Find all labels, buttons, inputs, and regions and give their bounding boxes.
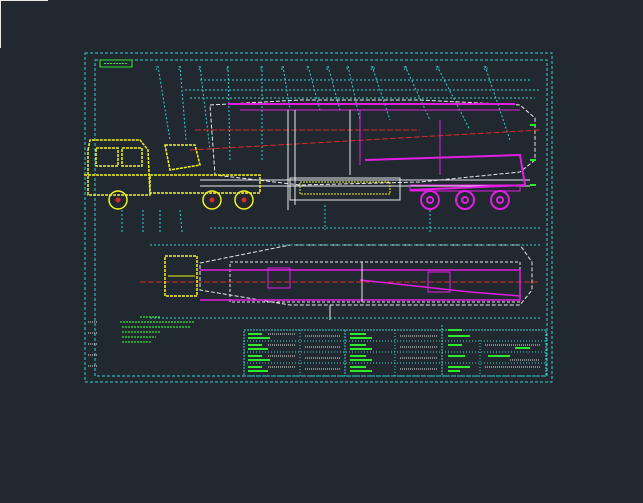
svg-text:11: 11 (403, 66, 408, 71)
parts-table-entries (248, 329, 530, 372)
parts-table (243, 325, 547, 377)
side-view-bottom-callouts (121, 205, 540, 233)
tractor-side-view (84, 139, 261, 210)
sheet-border (84, 52, 553, 383)
notes-left-index (88, 321, 98, 367)
svg-text:1: 1 (155, 66, 158, 71)
svg-text:5: 5 (260, 66, 263, 71)
svg-text:10: 10 (370, 66, 375, 71)
cad-drawing-canvas[interactable]: 123 456 789 10 11 12 13 (0, 0, 643, 503)
callout-numbers: 123 456 789 10 11 12 13 (155, 66, 488, 71)
tractor-wheel-hubs (115, 197, 247, 203)
sheet-label-box (99, 59, 133, 68)
svg-text:12: 12 (435, 66, 440, 71)
plan-view (140, 244, 540, 320)
svg-text:13: 13 (483, 66, 488, 71)
callout-leaders (157, 65, 540, 161)
technical-notes (120, 316, 195, 343)
